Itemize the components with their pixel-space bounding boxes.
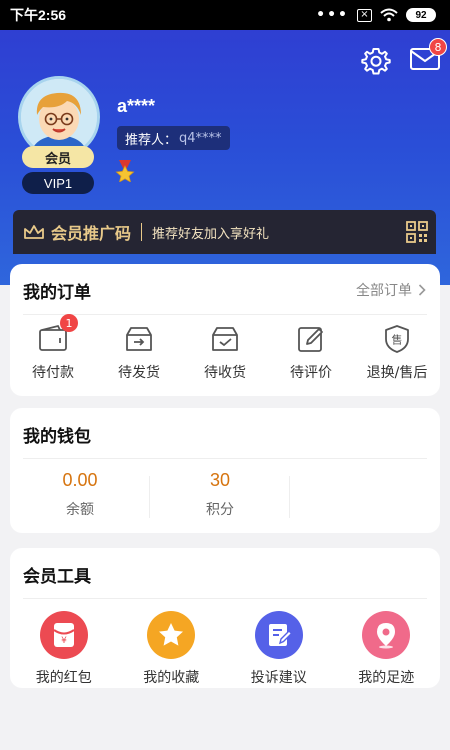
- points-value: 30: [209, 470, 231, 490]
- member-tag: 会员: [22, 146, 94, 168]
- order-status-label: 退换/售后: [366, 365, 428, 381]
- order-status-label: 待付款: [32, 365, 74, 381]
- battery-indicator: 92: [406, 8, 436, 22]
- wallet-divider: [23, 458, 427, 459]
- order-after-sales[interactable]: 售 退换/售后: [354, 324, 440, 396]
- status-icons: ••• × 92: [316, 7, 436, 23]
- promo-title: 会员推广码: [51, 224, 132, 243]
- star-icon: [147, 611, 196, 659]
- wallet-points[interactable]: 30 积分: [150, 470, 290, 530]
- wifi-icon: [380, 8, 398, 22]
- feedback-glyph: [268, 624, 292, 646]
- svg-text:售: 售: [392, 333, 403, 347]
- tool-footprint[interactable]: 我的足迹: [333, 611, 441, 687]
- order-status-label: 待发货: [118, 365, 160, 381]
- location-pin-glyph: [377, 623, 396, 649]
- order-to-receive[interactable]: 待收货: [182, 324, 268, 396]
- order-pending-payment[interactable]: 1 待付款: [10, 314, 96, 396]
- member-promo-code-bar[interactable]: 会员推广码 推荐好友加入享好礼: [13, 210, 436, 254]
- star-glyph: [159, 623, 184, 646]
- tools-row: ¥ 我的红包 我的收藏 投诉建议 我的足迹: [10, 611, 440, 687]
- balance-value: 0.00: [62, 470, 98, 490]
- balance-label: 余额: [66, 502, 94, 518]
- status-bar: 下午2:56 ••• × 92: [0, 0, 450, 30]
- crown-icon: [24, 225, 44, 239]
- wallet-title: 我的钱包: [23, 427, 91, 447]
- promo-description: 推荐好友加入享好礼: [152, 226, 270, 242]
- tool-label: 我的足迹: [358, 670, 415, 686]
- message-count-badge: 8: [429, 38, 447, 56]
- tool-favorites[interactable]: 我的收藏: [118, 611, 226, 687]
- username: a****: [117, 96, 156, 116]
- promo-divider: [141, 223, 143, 241]
- tool-label: 我的红包: [35, 670, 92, 686]
- tool-label: 投诉建议: [250, 670, 307, 686]
- chevron-right-icon: [418, 284, 426, 296]
- referrer-code: q4****: [179, 130, 222, 146]
- svg-text:¥: ¥: [61, 636, 67, 646]
- status-time: 下午2:56: [10, 7, 67, 23]
- cartoon-avatar-icon: [21, 79, 97, 155]
- pending-payment-badge: 1: [60, 314, 78, 332]
- tool-red-envelope[interactable]: ¥ 我的红包: [10, 611, 118, 687]
- wallet-balance[interactable]: 0.00 余额: [10, 470, 150, 530]
- tool-feedback[interactable]: 投诉建议: [225, 611, 333, 687]
- referrer-chip: 推荐人： q4****: [117, 126, 230, 150]
- box-send-icon: [126, 327, 152, 351]
- wallet-stats-row: 0.00 余额 30 积分: [10, 470, 440, 530]
- my-wallet-card: 我的钱包 0.00 余额 30 积分: [10, 408, 440, 533]
- red-envelope-icon: ¥: [39, 611, 88, 659]
- after-sales-shield-icon: 售: [385, 325, 409, 353]
- referrer-label: 推荐人：: [125, 132, 178, 148]
- vip-level-badge: VIP1: [22, 172, 94, 194]
- points-label: 积分: [206, 502, 234, 518]
- order-to-ship[interactable]: 待发货: [96, 324, 182, 396]
- tool-label: 我的收藏: [143, 670, 200, 686]
- my-orders-card: 我的订单 全部订单 1 待付款 待发货 待收货 待评价 售 退换/售后: [10, 264, 440, 396]
- order-status-label: 待收货: [204, 365, 246, 381]
- feedback-icon: [254, 611, 303, 659]
- tools-divider: [23, 598, 427, 599]
- orders-divider: [23, 314, 427, 315]
- orders-title: 我的订单: [23, 283, 91, 303]
- location-pin-icon: [362, 611, 411, 659]
- no-sim-icon: ×: [357, 8, 372, 22]
- order-to-review[interactable]: 待评价: [268, 324, 354, 396]
- settings-gear-icon[interactable]: [361, 46, 391, 76]
- order-status-label: 待评价: [290, 365, 332, 381]
- tools-title: 会员工具: [23, 567, 91, 587]
- medal-star-icon: [115, 160, 135, 182]
- profile-header: 8 会员 VIP1 a**** 推荐人： q4**** 会员推广码 推荐好友加入…: [0, 30, 450, 285]
- member-tools-card: 会员工具 ¥ 我的红包 我的收藏 投诉建议 我的足迹: [10, 548, 440, 688]
- qr-code-icon[interactable]: [406, 221, 428, 243]
- box-receive-icon: [212, 327, 238, 351]
- all-orders-link[interactable]: 全部订单: [356, 280, 426, 300]
- more-dots-icon: •••: [316, 7, 349, 23]
- red-envelope-glyph: ¥: [53, 623, 75, 647]
- all-orders-label: 全部订单: [356, 283, 412, 299]
- edit-icon: [298, 327, 323, 352]
- order-status-row: 1 待付款 待发货 待收货 待评价 售 退换/售后: [10, 314, 440, 396]
